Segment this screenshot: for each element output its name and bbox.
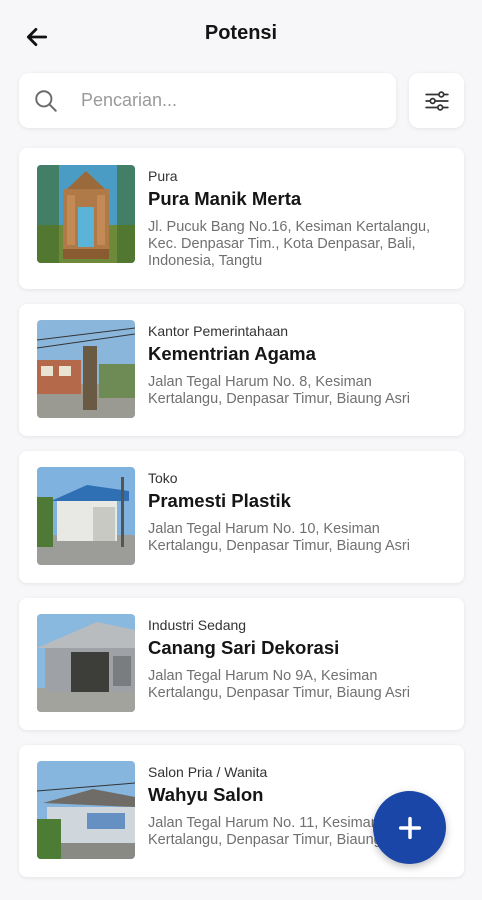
- item-name: Pura Manik Merta: [148, 188, 302, 209]
- item-name: Wahyu Salon: [148, 784, 264, 805]
- thumbnail-image: [37, 165, 135, 263]
- page-title: Potensi: [204, 22, 278, 44]
- plus-icon: [398, 816, 421, 839]
- list-item[interactable]: Kantor Pemerintahaan Kementrian Agama Ja…: [19, 304, 464, 436]
- list-item[interactable]: Pura Pura Manik Merta Jl. Pucuk Bang No.…: [19, 148, 464, 289]
- item-address: Jalan Tegal Harum No. 8, Kesiman Kertala…: [148, 374, 410, 407]
- search-icon: [33, 88, 59, 114]
- app-header: Potensi: [0, 0, 482, 72]
- item-category: Kantor Pemerintahaan: [148, 323, 289, 339]
- item-name: Canang Sari Dekorasi: [148, 637, 340, 658]
- item-category: Pura: [148, 168, 178, 184]
- sliders-icon: [424, 90, 449, 111]
- item-address: Jalan Tegal Harum No 9A, Kesiman Kertala…: [148, 668, 410, 701]
- item-address: Jalan Tegal Harum No. 10, Kesiman Kertal…: [148, 521, 410, 554]
- item-category: Toko: [148, 470, 178, 486]
- list-item[interactable]: Toko Pramesti Plastik Jalan Tegal Harum …: [19, 451, 464, 583]
- item-category: Industri Sedang: [148, 617, 247, 633]
- item-address: Jl. Pucuk Bang No.16, Kesiman Kertalangu…: [148, 219, 431, 269]
- item-category: Salon Pria / Wanita: [148, 764, 268, 780]
- list-item[interactable]: Industri Sedang Canang Sari Dekorasi Jal…: [19, 598, 464, 730]
- thumbnail-image: [37, 467, 135, 565]
- thumbnail-image: [37, 320, 135, 418]
- item-name: Pramesti Plastik: [148, 490, 291, 511]
- thumbnail-image: [37, 761, 135, 859]
- thumbnail-image: [37, 614, 135, 712]
- filter-button[interactable]: [409, 73, 464, 128]
- search-bar[interactable]: [19, 73, 396, 128]
- add-button[interactable]: [373, 791, 446, 864]
- item-name: Kementrian Agama: [148, 343, 316, 364]
- search-input[interactable]: [79, 89, 373, 112]
